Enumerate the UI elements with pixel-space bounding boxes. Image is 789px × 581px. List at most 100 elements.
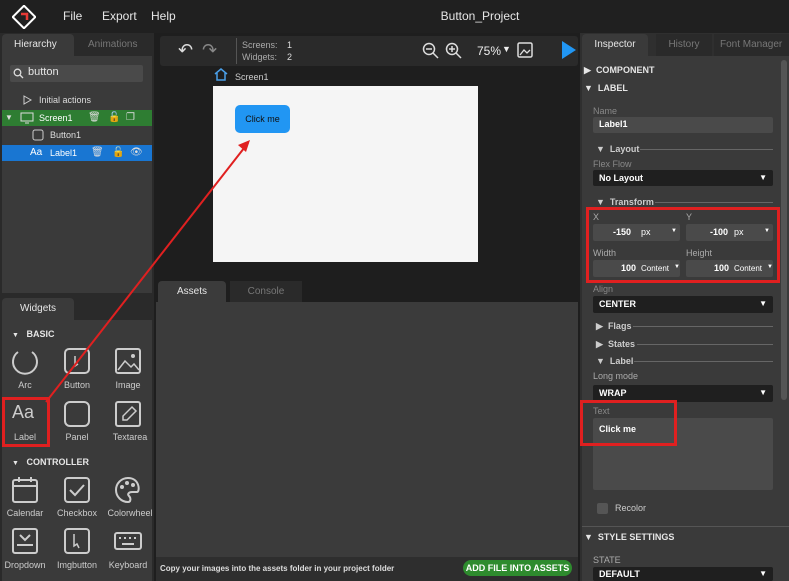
imgbutton-icon[interactable]	[62, 526, 92, 556]
play-preview-icon[interactable]	[562, 41, 576, 59]
name-field[interactable]: Label1	[593, 117, 773, 133]
breadcrumb-screen[interactable]: Screen1	[235, 72, 269, 82]
x-label: X	[593, 212, 600, 222]
delete-icon[interactable]: 🗑	[88, 110, 101, 126]
widget-checkbox-label: Checkbox	[56, 508, 98, 518]
calendar-icon[interactable]	[10, 475, 40, 505]
highlight-text	[580, 400, 677, 446]
divider	[582, 526, 789, 527]
hierarchy-row-label: Initial actions	[39, 95, 92, 105]
inspector-scrollbar[interactable]	[781, 60, 787, 400]
divider	[633, 326, 773, 327]
height-label: Height	[686, 248, 713, 258]
x-field[interactable]: -150 px ▼	[593, 224, 680, 241]
chevron-down-icon: ▼	[759, 388, 767, 397]
widget-imgbutton-label: Imgbutton	[56, 560, 98, 570]
home-icon[interactable]	[214, 68, 228, 81]
canvas-button-widget[interactable]: Click me	[235, 105, 290, 133]
chevron-down-icon: ▼	[767, 264, 773, 270]
name-label: Name	[593, 106, 618, 116]
tab-console[interactable]: Console	[230, 281, 302, 303]
state-dropdown[interactable]: DEFAULT ▼	[593, 567, 773, 581]
height-field[interactable]: 100 Content ▼	[686, 260, 773, 277]
play-icon	[23, 95, 32, 105]
tab-font-manager[interactable]: Font Manager	[714, 34, 789, 56]
height-value: 100	[713, 263, 729, 273]
y-field[interactable]: -100 px ▼	[686, 224, 773, 241]
search-input[interactable]: button	[28, 66, 59, 78]
component-header[interactable]: ▶ COMPONENT	[584, 65, 654, 76]
screens-label: Screens:	[242, 40, 278, 50]
zoom-dropdown-icon[interactable]: ▼	[502, 44, 511, 54]
y-unit[interactable]: px	[734, 225, 744, 240]
editor-toolbar: ↶ ↷ Screens: 1 Widgets: 2 75% ▼	[160, 36, 578, 66]
lock-icon[interactable]: 🔓	[108, 110, 120, 126]
style-settings-header[interactable]: ▼ STYLE SETTINGS	[584, 532, 674, 542]
flex-flow-dropdown[interactable]: No Layout ▼	[593, 170, 773, 186]
width-field[interactable]: 100 Content ▼	[593, 260, 680, 277]
zoom-out-icon[interactable]	[422, 42, 439, 59]
tab-animations[interactable]: Animations	[76, 34, 150, 56]
zoom-in-icon[interactable]	[445, 42, 462, 59]
copy-icon[interactable]: ❐	[126, 110, 135, 126]
height-unit[interactable]: Content	[734, 261, 762, 276]
widget-label-label: Label	[13, 432, 37, 442]
redo-icon[interactable]: ↷	[202, 40, 217, 61]
divider	[637, 344, 773, 345]
hierarchy-search[interactable]: button	[10, 65, 143, 82]
menu-export[interactable]: Export	[102, 9, 137, 23]
widget-calendar-label: Calendar	[6, 508, 44, 518]
divider	[634, 361, 773, 362]
layout-header[interactable]: ▼ Layout	[596, 144, 639, 154]
zoom-level[interactable]: 75%	[477, 44, 501, 58]
divider	[640, 149, 773, 150]
menu-help[interactable]: Help	[151, 9, 176, 23]
menu-bar: File Export Help Button_Project	[0, 0, 789, 33]
align-dropdown[interactable]: CENTER ▼	[593, 296, 773, 313]
chevron-down-icon: ▼	[759, 569, 767, 578]
widget-colorwheel-label: Colorwheel	[107, 508, 153, 518]
text-value: Click me	[599, 424, 637, 434]
checkbox-icon[interactable]	[62, 475, 92, 505]
hierarchy-row-initial-actions[interactable]: Initial actions	[2, 92, 152, 108]
colorwheel-icon[interactable]	[113, 475, 143, 505]
hierarchy-row-screen1[interactable]: ▼ Screen1 🗑 🔓 ❐	[2, 110, 152, 126]
label-sub-header[interactable]: ▼ Label	[596, 356, 633, 366]
divider	[655, 202, 773, 203]
inspector-body	[582, 56, 789, 581]
add-file-button[interactable]: ADD FILE INTO ASSETS	[463, 560, 572, 576]
dropdown-icon[interactable]	[10, 526, 40, 556]
chevron-down-icon: ▼	[671, 228, 677, 234]
x-unit[interactable]: px	[641, 225, 651, 240]
states-header[interactable]: ▶ States	[596, 339, 635, 350]
widget-textarea-label: Textarea	[112, 432, 148, 442]
chevron-down-icon: ▼	[759, 299, 767, 308]
flex-flow-label: Flex Flow	[593, 159, 632, 169]
expand-arrow-icon: ▼	[5, 113, 13, 122]
widgets-count: 2	[287, 52, 293, 62]
menu-file[interactable]: File	[63, 9, 82, 23]
screens-count: 1	[287, 40, 293, 50]
flags-header[interactable]: ▶ Flags	[596, 321, 631, 332]
width-unit[interactable]: Content	[641, 261, 669, 276]
recolor-label: Recolor	[615, 503, 647, 513]
transform-header[interactable]: ▼ Transform	[596, 197, 654, 207]
tab-inspector[interactable]: Inspector	[582, 34, 648, 56]
screen-icon	[20, 112, 34, 124]
toolbar-divider	[236, 38, 237, 64]
y-label: Y	[686, 212, 693, 222]
label-section-header[interactable]: ▼ LABEL	[584, 83, 628, 93]
assets-hint: Copy your images into the assets folder …	[160, 564, 395, 573]
x-value: -150	[612, 227, 631, 237]
tab-history[interactable]: History	[656, 34, 712, 56]
undo-icon[interactable]: ↶	[178, 40, 193, 61]
tab-hierarchy[interactable]: Hierarchy	[2, 34, 74, 56]
width-value: 100	[620, 263, 636, 273]
long-mode-label: Long mode	[593, 371, 639, 381]
recolor-checkbox[interactable]	[597, 503, 608, 514]
chevron-down-icon: ▼	[759, 173, 767, 182]
keyboard-icon[interactable]	[113, 526, 143, 556]
image-preview-icon[interactable]	[517, 42, 533, 58]
chevron-down-icon: ▼	[764, 228, 770, 234]
tab-assets[interactable]: Assets	[158, 281, 226, 303]
